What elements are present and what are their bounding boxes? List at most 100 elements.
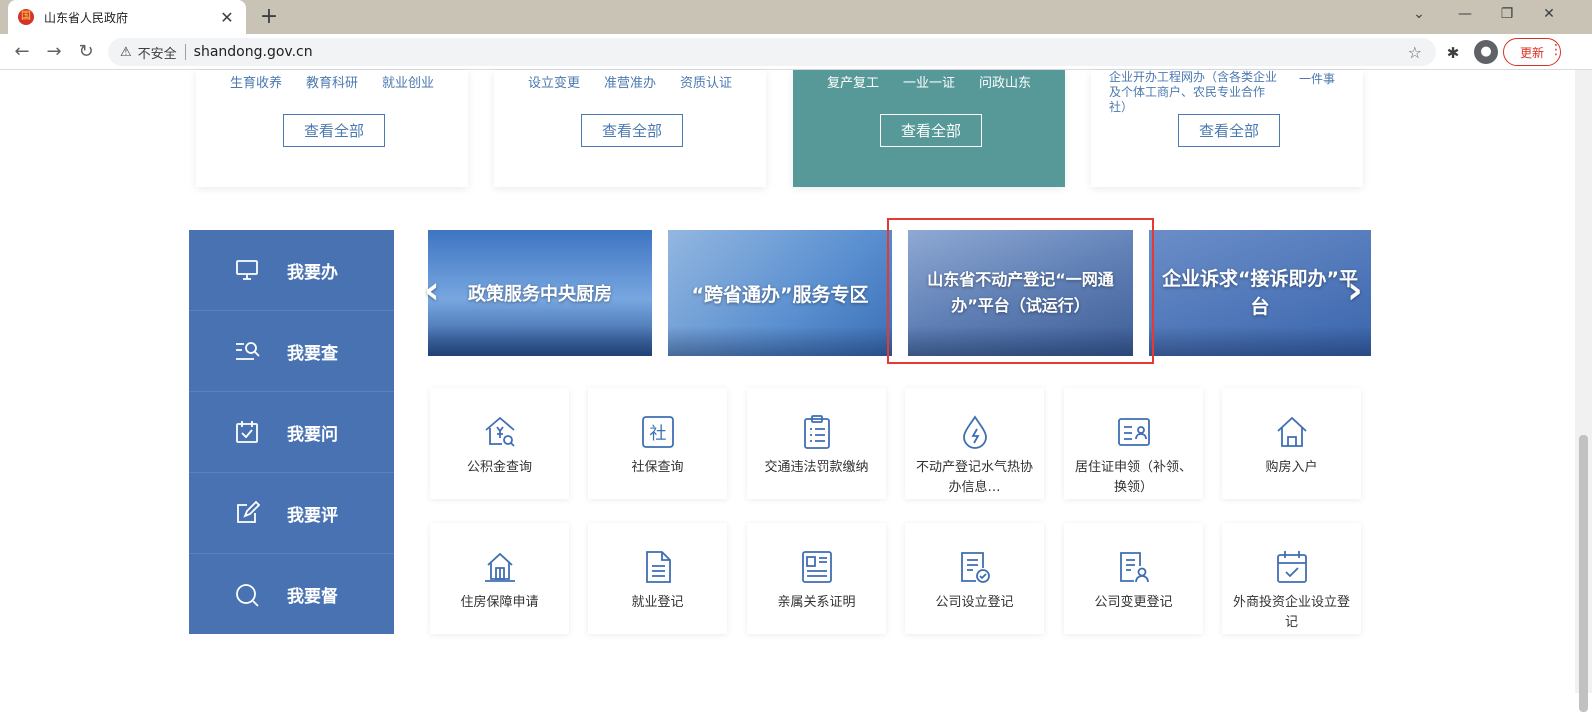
service-tile-company-setup[interactable]: 公司设立登记 [905,523,1044,634]
monitor-icon [236,260,258,280]
address-bar[interactable]: ⚠ 不安全 shandong.gov.cn ☆ [108,38,1436,66]
tile-label: 社保查询 [631,460,684,475]
card-link[interactable]: 教育科研 [306,72,358,91]
scrollbar-thumb[interactable] [1579,435,1588,712]
tile-label: 公司设立登记 [935,595,1014,610]
tile-label: 购房入户 [1265,460,1318,475]
browser-tab-bar: 国 山东省人民政府 ✕ + ⌄ — ❐ ✕ [0,0,1592,34]
house-icon [1276,416,1307,447]
view-all-button[interactable]: 查看全部 [581,114,683,147]
profile-avatar-icon[interactable]: ● [1474,40,1498,64]
new-tab-button[interactable]: + [256,4,282,30]
browser-tab[interactable]: 国 山东省人民政府 ✕ [8,0,246,34]
banner-real-estate-registration[interactable]: 山东省不动产登记“一网通办”平台（试运行） [908,230,1133,356]
sidemenu-item-do[interactable]: 我要办 [189,230,394,311]
card-link[interactable]: 一业一证 [903,72,955,91]
card-link[interactable]: 准营准办 [604,72,656,91]
service-tile-housing-fund[interactable]: 公积金查询 [430,388,569,499]
edit-icon [237,500,261,523]
banner-cross-province[interactable]: “跨省通办”服务专区 [668,230,892,356]
service-tile-utilities-info[interactable]: 不动产登记水气热协办信息… [905,388,1044,499]
sidemenu-label: 我要问 [287,424,338,445]
id-card-icon [1117,418,1150,446]
sidemenu-item-supervise[interactable]: 我要督 [189,554,394,635]
sidemenu-item-evaluate[interactable]: 我要评 [189,473,394,554]
card-link[interactable]: 资质认证 [680,72,732,91]
more-menu-icon[interactable]: ⋮ [1549,42,1563,58]
service-tile-traffic-fine[interactable]: 交通违法罚款缴纳 [747,388,886,499]
sidemenu-label: 我要查 [287,343,338,364]
url-text[interactable]: shandong.gov.cn [194,44,313,60]
service-tile-company-change[interactable]: 公司变更登记 [1064,523,1203,634]
clipboard-list-icon [803,415,830,449]
house-building-icon [484,552,515,582]
tile-label: 公积金查询 [466,460,532,475]
card-links: 设立变更 准营准办 资质认证 [494,72,766,91]
service-card: 生育收养 教育科研 就业创业 查看全部 [196,70,468,187]
card-link[interactable]: 生育收养 [230,72,282,91]
page-scrollbar[interactable] [1575,70,1592,712]
view-all-button[interactable]: 查看全部 [1178,114,1280,147]
document-user-icon [1119,552,1149,583]
service-tile-home-registration[interactable]: 购房入户 [1222,388,1361,499]
water-drop-bolt-icon [962,415,987,449]
divider [184,44,186,60]
sidemenu-item-query[interactable]: 我要查 [189,311,394,392]
tile-label: 外商投资企业设立登记 [1232,595,1350,630]
card-link[interactable]: 就业创业 [382,72,434,91]
magnifier-icon [236,583,259,607]
tab-title: 山东省人民政府 [44,10,129,25]
carousel-prev-icon[interactable]: ‹ [424,268,440,312]
service-card-active: 复产复工 一业一证 问政山东 查看全部 [793,70,1065,187]
service-tile-housing-security[interactable]: 住房保障申请 [430,523,569,634]
close-tab-icon[interactable]: ✕ [218,8,236,27]
extensions-icon[interactable]: ✱ [1442,42,1464,64]
browser-toolbar: ← → ↻ ⚠ 不安全 shandong.gov.cn ☆ ✱ [0,34,1592,70]
service-tile-foreign-investment[interactable]: 外商投资企业设立登记 [1222,523,1361,634]
reload-icon[interactable]: ↻ [74,40,98,64]
card-link[interactable]: 问政山东 [979,72,1031,91]
service-tile-social-security[interactable]: 社 社保查询 [588,388,727,499]
sidemenu-item-ask[interactable]: 我要问 [189,392,394,473]
document-icon [645,551,671,583]
tile-label: 就业登记 [631,595,684,610]
banner-enterprise-appeals[interactable]: 企业诉求“接诉即办”平台 [1149,230,1371,356]
tile-label: 不动产登记水气热协办信息… [915,460,1033,495]
banner-policy-kitchen[interactable]: 政策服务中央厨房 [428,230,652,356]
svg-text:社: 社 [649,424,666,444]
restore-icon[interactable]: ❐ [1495,6,1519,22]
card-link[interactable]: 企业开办工程网办（含各类企业及个体工商户、农民专业合作社） [1109,70,1279,115]
tile-label: 亲属关系证明 [777,595,856,610]
banner-title: 企业诉求“接诉即办”平台 [1162,268,1358,318]
sidemenu-label: 我要评 [287,505,338,526]
service-card: 企业开办工程网办（含各类企业及个体工商户、农民专业合作社） 一件事 查看全部 [1091,70,1363,187]
service-tile-kinship-proof[interactable]: 亲属关系证明 [747,523,886,634]
view-all-button[interactable]: 查看全部 [283,114,385,147]
view-all-button[interactable]: 查看全部 [880,114,982,147]
back-icon[interactable]: ← [10,40,34,64]
banner-hand-decor [1149,326,1371,356]
service-tile-residence-permit[interactable]: 居住证申领（补领、换领） [1064,388,1203,499]
card-link[interactable]: 复产复工 [827,72,879,91]
gov-emblem-icon: 国 [18,9,34,25]
security-label[interactable]: 不安全 [138,43,177,62]
warning-icon[interactable]: ⚠ [120,45,132,60]
banner-keyboard-decor [908,326,1133,356]
banner-title: 政策服务中央厨房 [468,284,612,305]
bookmark-star-icon[interactable]: ☆ [1408,43,1422,62]
sidemenu-label: 我要办 [287,262,338,283]
close-window-icon[interactable]: ✕ [1537,6,1561,22]
profile-document-icon [801,551,832,583]
tab-search-icon[interactable]: ⌄ [1407,6,1431,22]
forward-icon[interactable]: → [42,40,66,64]
minimize-icon[interactable]: — [1453,6,1477,22]
tile-label: 公司变更登记 [1094,595,1173,610]
tile-label: 居住证申领（补领、换领） [1074,460,1192,495]
sidemenu-label: 我要督 [287,587,338,607]
card-link[interactable]: 一件事 [1299,70,1335,87]
calendar-check-icon [1276,551,1307,583]
service-tile-employment[interactable]: 就业登记 [588,523,727,634]
side-menu: 我要办 我要查 我要问 我要评 我要督 [189,230,394,634]
tile-label: 住房保障申请 [460,595,539,610]
card-link[interactable]: 设立变更 [528,72,580,91]
